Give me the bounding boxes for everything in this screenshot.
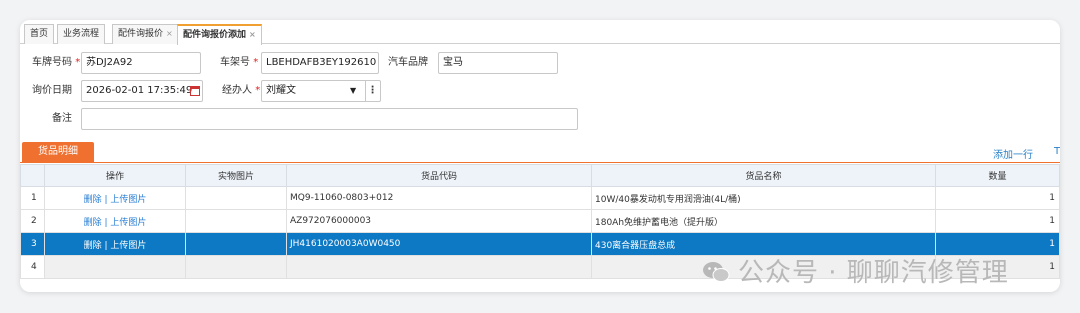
watermark-text: 公众号 · 聊聊汽修管理: [738, 258, 1009, 288]
tab-label: 配件询报价添加: [183, 30, 247, 40]
qty-cell[interactable]: 1: [935, 186, 1060, 210]
tab-bar: 首页 业务流程 配件询报价 × 配件询报价添加 ×: [20, 20, 1060, 45]
brand-label: 汽车品牌: [388, 57, 428, 68]
caret-down-icon[interactable]: ▼: [350, 86, 356, 95]
remark-label: 备注: [52, 113, 72, 124]
date-label: 询价日期: [32, 85, 72, 96]
vin-input[interactable]: LBEHDAFB3EY192610: [261, 52, 379, 74]
separator: |: [104, 194, 108, 205]
handler-value: 刘耀文: [266, 85, 296, 96]
plate-number-input[interactable]: 苏DJ2A92: [81, 52, 201, 74]
photo-cell[interactable]: [185, 255, 287, 279]
calendar-icon[interactable]: [190, 86, 200, 96]
tab-label: 首页: [30, 29, 49, 39]
table-row[interactable]: 1 删除 | 上传图片 MQ9-11060-0803+012 10W/40暴发动…: [20, 186, 1060, 210]
code-cell[interactable]: MQ9-11060-0803+012: [286, 186, 592, 210]
code-cell[interactable]: [286, 255, 592, 279]
separator: |: [104, 240, 108, 251]
add-row-link[interactable]: 添加一行: [993, 146, 1033, 161]
column-header: [20, 164, 45, 187]
code-cell[interactable]: JH4161020003A0W0450: [286, 232, 592, 256]
row-number: 3: [20, 232, 45, 256]
required-mark: *: [75, 57, 81, 68]
delete-link[interactable]: 删除: [84, 218, 102, 228]
upload-image-link[interactable]: 上传图片: [110, 241, 146, 251]
required-mark: *: [253, 57, 259, 68]
tab-label: 配件询报价: [118, 29, 164, 39]
upload-image-link[interactable]: 上传图片: [110, 195, 146, 205]
inquiry-date-input[interactable]: 2026-02-01 17:35:49: [81, 80, 203, 102]
delete-link[interactable]: 删除: [84, 241, 102, 251]
handler-select[interactable]: 刘耀文: [261, 80, 381, 102]
column-header-operation[interactable]: 操作: [44, 164, 186, 187]
remark-input[interactable]: [81, 108, 578, 130]
code-cell[interactable]: AZ972076000003: [286, 209, 592, 233]
column-header-name[interactable]: 货品名称: [591, 164, 936, 187]
wechat-icon: [703, 262, 730, 282]
row-operations: 删除 | 上传图片: [44, 186, 186, 210]
photo-cell[interactable]: [185, 232, 287, 256]
row-operations: 删除 | 上传图片: [44, 232, 186, 256]
qty-cell[interactable]: 1: [935, 209, 1060, 233]
tab-home[interactable]: 首页: [24, 24, 55, 44]
delete-link[interactable]: 删除: [84, 195, 102, 205]
section-divider: [20, 162, 1060, 163]
row-number: 4: [20, 255, 45, 279]
close-icon[interactable]: ×: [166, 29, 173, 38]
brand-input[interactable]: 宝马: [438, 52, 558, 74]
row-number: 2: [20, 209, 45, 233]
date-value: 2026-02-01 17:35:49: [86, 85, 193, 96]
tab-business-process[interactable]: 业务流程: [57, 24, 106, 44]
column-header-qty[interactable]: 数量: [935, 164, 1060, 187]
plate-label: 车牌号码 *: [32, 57, 81, 68]
name-cell[interactable]: 180Ah免维护蓄电池（提升版）: [591, 209, 936, 233]
tab-label: 业务流程: [63, 29, 100, 39]
required-mark: *: [255, 85, 261, 96]
row-number: 1: [20, 186, 45, 210]
column-header-photo[interactable]: 实物图片: [185, 164, 287, 187]
handler-label: 经办人 *: [222, 85, 261, 96]
tab-parts-quote[interactable]: 配件询报价 ×: [112, 24, 179, 44]
tab-parts-quote-add[interactable]: 配件询报价添加 ×: [177, 24, 262, 45]
more-options-icon[interactable]: ⋮: [365, 81, 379, 101]
photo-cell[interactable]: [185, 209, 287, 233]
upload-image-link[interactable]: 上传图片: [110, 218, 146, 228]
table-row[interactable]: 2 删除 | 上传图片 AZ972076000003 180Ah免维护蓄电池（提…: [20, 209, 1060, 233]
operations-cell[interactable]: [44, 255, 186, 279]
grid-header-row: 操作 实物图片 货品代码 货品名称 数量: [20, 164, 1060, 187]
vin-label: 车架号 *: [220, 57, 259, 68]
close-icon[interactable]: ×: [249, 30, 256, 39]
row-operations: 删除 | 上传图片: [44, 209, 186, 233]
quote-add-panel: 首页 业务流程 配件询报价 × 配件询报价添加 × 车牌号码 * 苏DJ2A92 车…: [20, 20, 1060, 292]
separator: |: [104, 217, 108, 228]
column-header-code[interactable]: 货品代码: [286, 164, 592, 187]
watermark: 公众号 · 聊聊汽修管理: [702, 252, 1009, 289]
truncated-link[interactable]: T: [1054, 146, 1060, 157]
photo-cell[interactable]: [185, 186, 287, 210]
name-cell[interactable]: 10W/40暴发动机专用润滑油(4L/桶): [591, 186, 936, 210]
tab-goods-detail[interactable]: 货品明细: [22, 142, 94, 162]
